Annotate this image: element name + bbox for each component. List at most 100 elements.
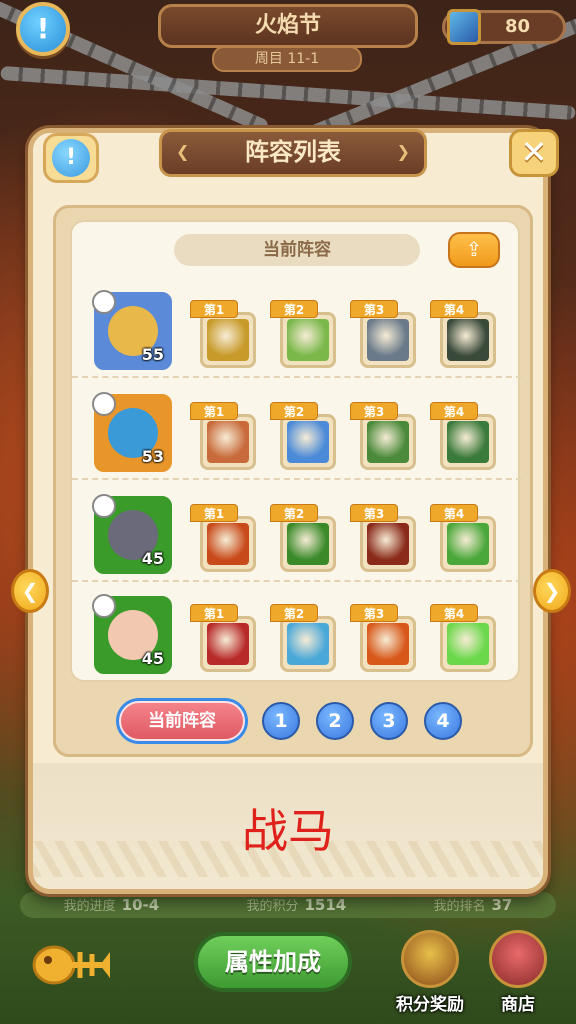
chest-icon (401, 930, 459, 988)
skill-order-tag: 第4 (430, 504, 478, 522)
skill-frame (440, 616, 496, 672)
skill-icon (207, 319, 249, 361)
hero-portrait[interactable]: 53 (92, 392, 172, 472)
lineup-tab-2[interactable]: 2 (316, 702, 354, 740)
skill-frame (360, 414, 416, 470)
skill-slot[interactable]: 第2 (270, 504, 336, 576)
hero-level: 45 (141, 549, 164, 568)
lineup-tab-current[interactable]: 当前阵容 (116, 698, 248, 744)
skill-slot[interactable]: 第1 (190, 300, 256, 372)
lineup-tab-4[interactable]: 4 (424, 702, 462, 740)
attribute-bonus-button[interactable]: 属性加成 (194, 932, 352, 992)
skill-frame (440, 414, 496, 470)
footer-caption: 战马 (242, 804, 334, 858)
currency-value: 80 (505, 16, 531, 37)
dialog-title-text: 阵容列表 (245, 138, 341, 166)
skill-slot[interactable]: 第3 (350, 504, 416, 576)
skill-slot[interactable]: 第2 (270, 300, 336, 372)
shop-label: 商店 (501, 995, 535, 1015)
skill-icon (207, 421, 249, 463)
element-icon (92, 594, 116, 618)
team-row: 53 第1 第2 第3 第4 (72, 380, 522, 480)
hero-level: 55 (141, 345, 164, 364)
skill-order-tag: 第1 (190, 604, 238, 622)
skill-icon (447, 319, 489, 361)
lineup-tab-1[interactable]: 1 (262, 702, 300, 740)
shop-button[interactable]: 商店 (482, 930, 554, 1020)
skill-order-tag: 第2 (270, 402, 318, 420)
element-icon (92, 494, 116, 518)
close-button[interactable]: ✕ (509, 129, 559, 177)
gem-icon (447, 9, 481, 45)
skill-frame (360, 616, 416, 672)
lineup-tab-current-label: 当前阵容 (119, 701, 245, 741)
skill-icon (287, 623, 329, 665)
skill-slot[interactable]: 第4 (430, 504, 496, 576)
skill-slot[interactable]: 第4 (430, 604, 496, 676)
skill-slot[interactable]: 第1 (190, 402, 256, 474)
lineup-tab-3[interactable]: 3 (370, 702, 408, 740)
hero-portrait[interactable]: 55 (92, 290, 172, 370)
team-row: 45 第1 第2 第3 第4 (72, 582, 522, 682)
skill-icon (447, 523, 489, 565)
skill-slot[interactable]: 第3 (350, 604, 416, 676)
progress-stats: 我的进度 10-4 我的积分 1514 我的排名 37 (20, 892, 556, 918)
skill-icon (287, 421, 329, 463)
skill-frame (280, 414, 336, 470)
skill-order-tag: 第1 (190, 402, 238, 420)
team-row: 45 第1 第2 第3 第4 (72, 482, 522, 582)
help-icon[interactable]: ! (16, 2, 70, 56)
roster-card: 当前阵容 ⇪ 55 第1 第2 第3 第4 53 第1 第2 第3 第4 45 第1 第2 第3 第4 45 第… (70, 220, 522, 682)
shop-icon (489, 930, 547, 988)
hero-level: 45 (141, 649, 164, 668)
skill-slot[interactable]: 第1 (190, 604, 256, 676)
skill-icon (447, 623, 489, 665)
skill-slot[interactable]: 第3 (350, 402, 416, 474)
skill-slot[interactable]: 第4 (430, 402, 496, 474)
stat-rank: 我的排名 37 (433, 896, 513, 914)
skill-slot[interactable]: 第2 (270, 604, 336, 676)
dialog-title: ❮ 阵容列表 ❯ (159, 129, 427, 177)
element-icon (92, 290, 116, 314)
prev-lineup-arrow-icon[interactable]: ❮ (11, 569, 49, 613)
skill-order-tag: 第1 (190, 504, 238, 522)
hero-level: 53 (141, 447, 164, 466)
share-button[interactable]: ⇪ (448, 232, 500, 268)
skill-slot[interactable]: 第2 (270, 402, 336, 474)
skill-slot[interactable]: 第1 (190, 504, 256, 576)
share-icon: ⇪ (465, 237, 483, 261)
skill-frame (200, 616, 256, 672)
skill-order-tag: 第1 (190, 300, 238, 318)
event-title: 火焰节 (158, 4, 418, 48)
skill-frame (440, 312, 496, 368)
hero-portrait[interactable]: 45 (92, 494, 172, 574)
skill-order-tag: 第3 (350, 604, 398, 622)
next-lineup-arrow-icon[interactable]: ❯ (533, 569, 571, 613)
team-row: 55 第1 第2 第3 第4 (72, 278, 522, 378)
lineup-list-dialog: ! ❮ 阵容列表 ❯ ✕ 当前阵容 ⇪ 55 第1 第2 第3 第4 53 第1 第2 第3 第4… (11, 128, 571, 894)
skill-frame (280, 516, 336, 572)
points-reward-button[interactable]: 积分奖励 (394, 930, 466, 1020)
fish-bone-icon[interactable] (30, 940, 110, 990)
skill-order-tag: 第3 (350, 300, 398, 318)
dialog-footer: 战马 (33, 763, 543, 889)
skill-frame (280, 312, 336, 368)
element-icon (92, 392, 116, 416)
currency-counter: 80 (442, 9, 566, 45)
dialog-help-button[interactable]: ! (43, 133, 99, 183)
skill-frame (280, 616, 336, 672)
lineup-panel: 当前阵容 ⇪ 55 第1 第2 第3 第4 53 第1 第2 第3 第4 45 第1 第2 第3 第4 45 第… (53, 205, 533, 757)
event-round: 周目 11-1 (212, 46, 362, 72)
ornament-left-icon: ❮ (176, 142, 190, 161)
current-lineup-header: 当前阵容 (174, 234, 420, 266)
lineup-selector: 当前阵容 1 2 3 4 (70, 696, 520, 746)
skill-icon (367, 623, 409, 665)
skill-slot[interactable]: 第3 (350, 300, 416, 372)
skill-icon (287, 523, 329, 565)
hero-portrait[interactable]: 45 (92, 594, 172, 674)
skill-order-tag: 第2 (270, 604, 318, 622)
stat-progress: 我的进度 10-4 (63, 896, 160, 914)
skill-slot[interactable]: 第4 (430, 300, 496, 372)
skill-icon (447, 421, 489, 463)
points-reward-label: 积分奖励 (396, 995, 464, 1015)
